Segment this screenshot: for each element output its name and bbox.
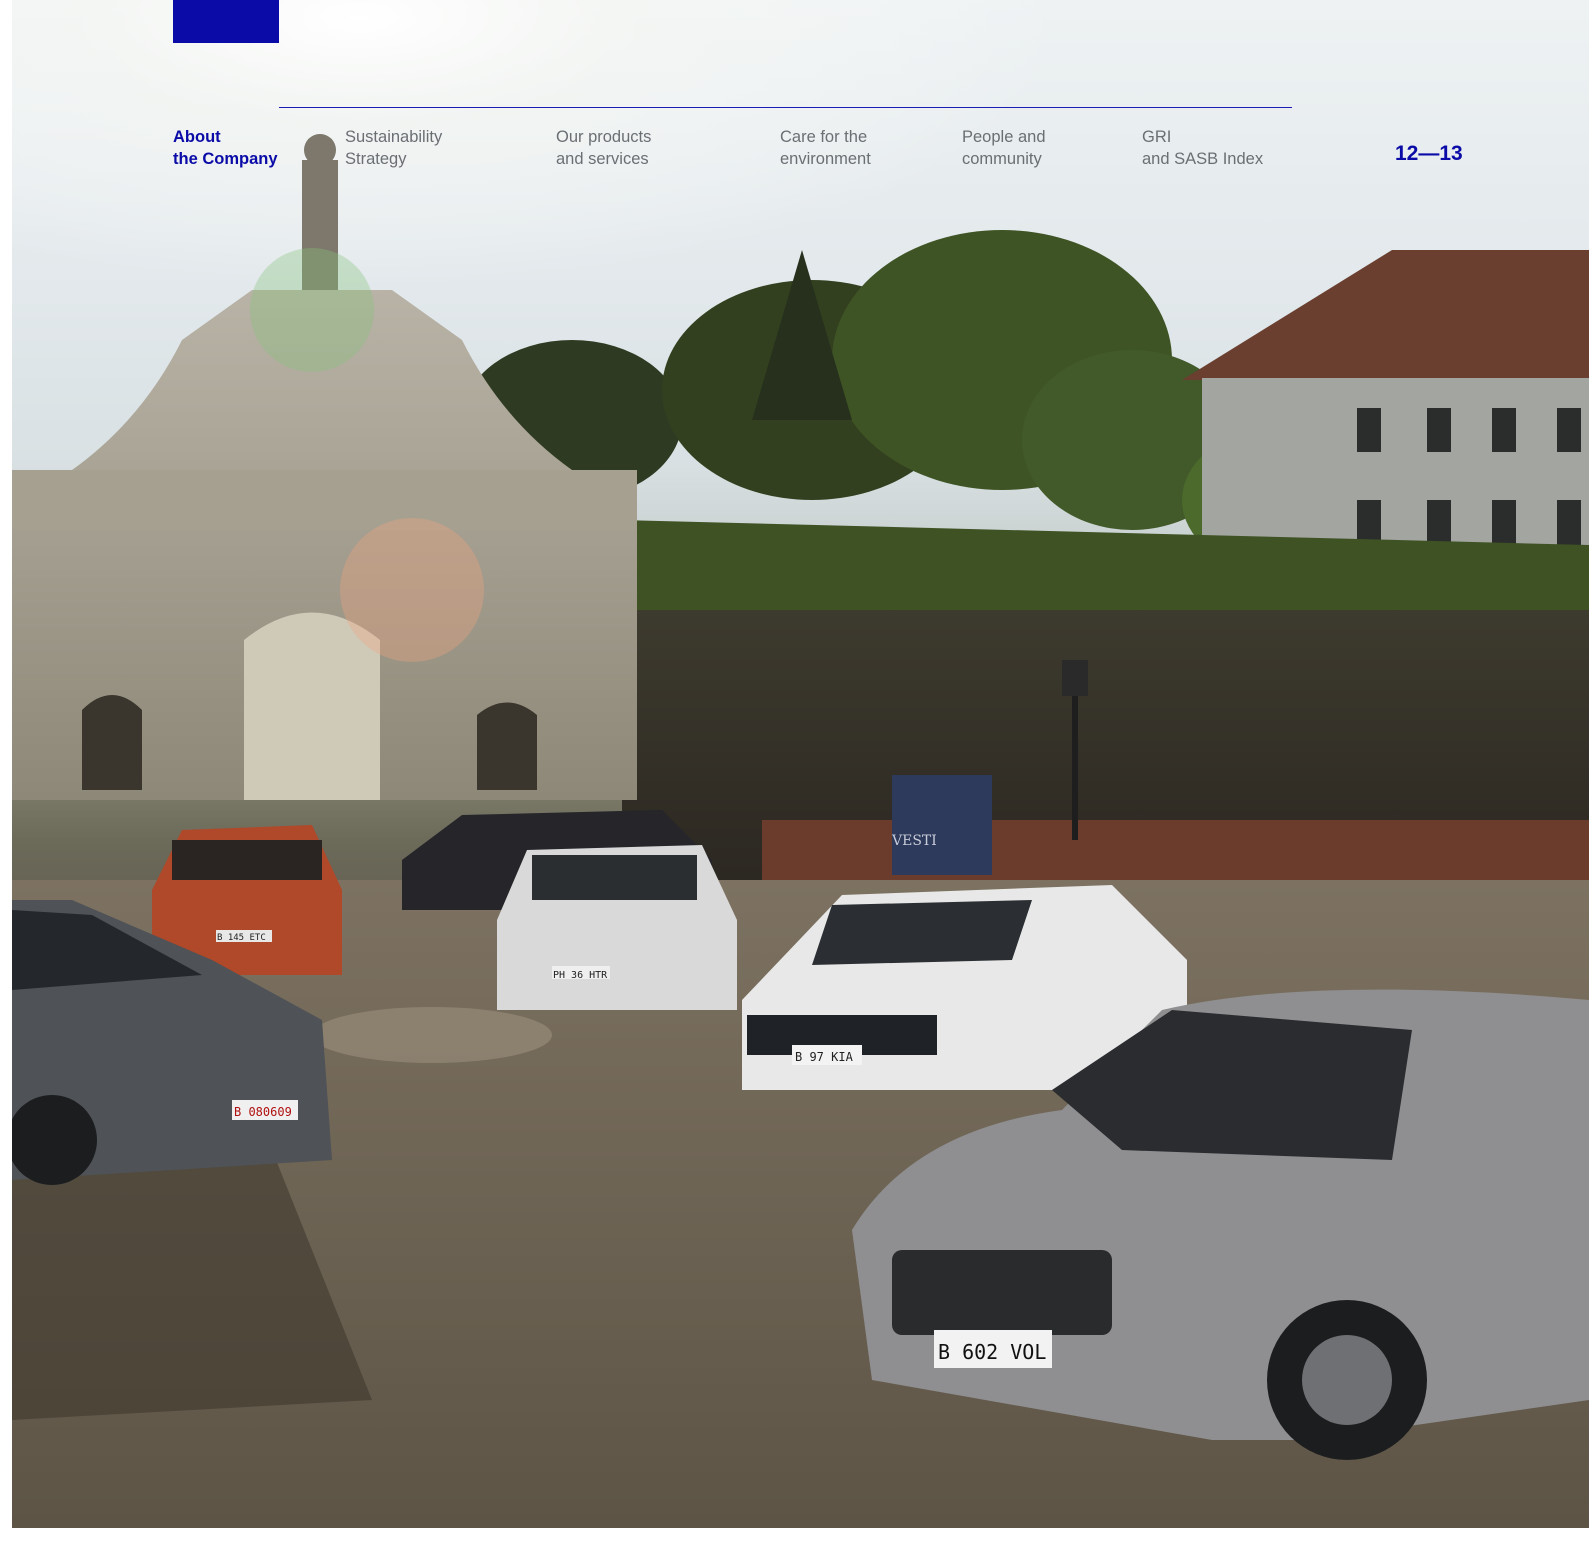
nav-about-company[interactable]: About the Company [173, 126, 278, 170]
nav-label-line2: community [962, 150, 1042, 168]
license-plate: PH 36 HTR [553, 970, 608, 981]
license-plate: B 145 ETC [217, 933, 266, 943]
license-plate: B 080609 [234, 1105, 292, 1119]
nav-label-line1: Sustainability [345, 128, 443, 146]
hero-photo [12, 0, 1589, 1528]
nav-label-line2: environment [780, 150, 871, 168]
nav-label-line1: Care for the [780, 128, 868, 146]
brand-block [173, 0, 279, 43]
nav-products-services[interactable]: Our products and services [556, 126, 651, 170]
nav-label-line1: People and [962, 128, 1046, 146]
license-plate: B 97 KIA [795, 1050, 853, 1064]
nav-label-line1: About [173, 128, 221, 146]
kiosk-sign-text: VESTI [892, 833, 937, 849]
nav-label-line1: Our products [556, 128, 652, 146]
nav-people-community[interactable]: People and community [962, 126, 1046, 170]
nav-gri-sasb-index[interactable]: GRI and SASB Index [1142, 126, 1263, 170]
nav-label-line1: GRI [1142, 128, 1172, 146]
nav-label-line2: the Company [173, 150, 278, 168]
nav-label-line2: and SASB Index [1142, 150, 1264, 168]
license-plate: B 602 VOL [938, 1340, 1047, 1364]
page-numbers: 12—13 [1395, 142, 1463, 165]
nav-care-environment[interactable]: Care for the environment [780, 126, 871, 170]
nav-sustainability-strategy[interactable]: Sustainability Strategy [345, 126, 442, 170]
nav-label-line2: Strategy [345, 150, 407, 168]
nav-divider [279, 107, 1292, 108]
nav-label-line2: and services [556, 150, 649, 168]
